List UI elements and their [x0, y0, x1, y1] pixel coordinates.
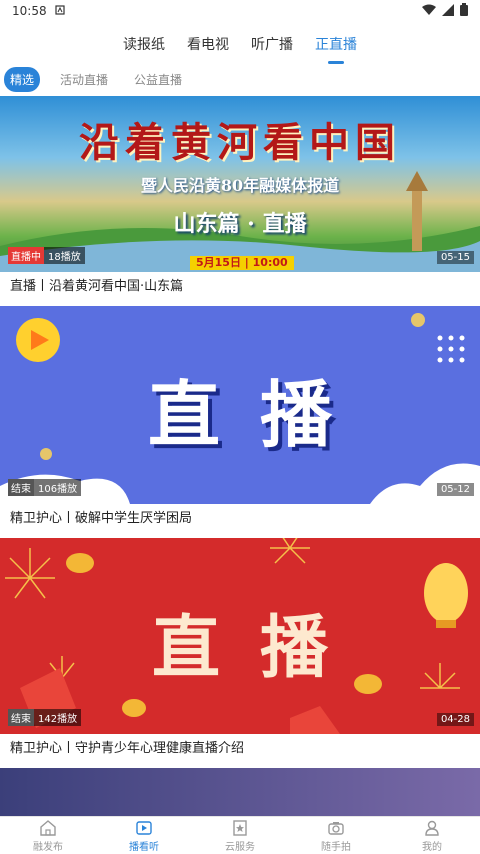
status-time: 10:58 — [12, 4, 47, 18]
status-badge: 结束 — [8, 479, 34, 496]
card-title[interactable]: 精卫护心丨守护青少年心理健康直播介绍 — [0, 734, 480, 768]
nav-item-home[interactable]: 融发布 — [0, 817, 96, 854]
live-card[interactable]: 沿着黄河看中国 暨人民沿黄80年融媒体报道 山东篇 · 直播 5月15日 | 1… — [0, 96, 480, 306]
play-count: 106播放 — [34, 479, 82, 496]
tab-tv[interactable]: 看电视 — [187, 28, 229, 60]
live-feed: 沿着黄河看中国 暨人民沿黄80年融媒体报道 山东篇 · 直播 5月15日 | 1… — [0, 96, 480, 816]
sub-tab-featured[interactable]: 精选 — [4, 66, 41, 92]
main-tabs: 读报纸 看电视 听广播 正直播 — [0, 24, 480, 64]
nav-label: 云服务 — [225, 841, 255, 853]
nav-item-cloud-service[interactable]: 云服务 — [192, 817, 288, 854]
tab-radio[interactable]: 听广播 — [251, 28, 293, 60]
play-icon — [136, 820, 152, 835]
sub-tab-charity[interactable]: 公益直播 — [128, 67, 188, 92]
signal-icon — [442, 3, 454, 19]
banner-section: 山东篇 · 直播 — [173, 211, 307, 237]
nav-label: 融发布 — [33, 841, 63, 853]
play-count: 18播放 — [44, 247, 85, 264]
nav-item-snapshot[interactable]: 随手拍 — [288, 817, 384, 854]
live-status-tag: 直播中 18播放 — [8, 247, 85, 264]
banner-headline: 沿着黄河看中国 — [79, 119, 401, 166]
bottom-nav: 融发布 播看听 云服务 随手拍 我的 — [0, 816, 480, 854]
battery-icon — [460, 3, 468, 19]
date-badge: 04-28 — [436, 713, 474, 726]
live-banner-red[interactable]: 直播 结束 142播放 04-28 — [0, 538, 480, 734]
nav-item-watch[interactable]: 播看听 — [96, 817, 192, 854]
play-count: 142播放 — [34, 709, 82, 726]
nav-label: 播看听 — [129, 841, 159, 853]
banner-subline: 暨人民沿黄80年融媒体报道 — [140, 176, 340, 195]
status-badge: 直播中 — [8, 247, 44, 264]
banner-schedule: 5月15日 | 10:00 — [190, 256, 294, 270]
live-banner-yellow-river[interactable]: 沿着黄河看中国 暨人民沿黄80年融媒体报道 山东篇 · 直播 5月15日 | 1… — [0, 96, 480, 272]
live-status-tag: 结束 142播放 — [8, 709, 82, 726]
card-title[interactable]: 精卫护心丨破解中学生厌学困局 — [0, 504, 480, 538]
status-badge: 结束 — [8, 709, 34, 726]
date-badge: 05-12 — [436, 483, 474, 496]
tab-live[interactable]: 正直播 — [315, 28, 357, 64]
live-card[interactable]: 直播 结束 142播放 04-28 精卫护心丨守护青少年心理健康直播介绍 — [0, 538, 480, 768]
nav-item-profile[interactable]: 我的 — [384, 817, 480, 854]
live-card[interactable]: 直播 结束 106播放 05-12 精卫护心丨破解中学生厌学困局 — [0, 306, 480, 538]
star-icon — [233, 819, 247, 836]
live-banner-blue[interactable]: 直播 结束 106播放 05-12 — [0, 306, 480, 504]
date-badge: 05-15 — [436, 251, 474, 264]
nav-label: 随手拍 — [321, 841, 351, 853]
person-icon — [425, 820, 439, 836]
sub-tab-events[interactable]: 活动直播 — [54, 67, 114, 92]
live-status-tag: 结束 106播放 — [8, 479, 82, 496]
nav-label: 我的 — [422, 841, 442, 853]
wifi-icon — [422, 4, 436, 19]
home-icon — [40, 819, 56, 836]
camera-icon — [328, 821, 344, 835]
notification-icon — [54, 4, 65, 18]
banner-headline: 直播 — [151, 608, 368, 688]
card-title[interactable]: 直播丨沿着黄河看中国·山东篇 — [0, 272, 480, 306]
live-card[interactable] — [0, 768, 480, 816]
tab-newspaper[interactable]: 读报纸 — [123, 28, 165, 60]
banner-headline: 直播 — [147, 372, 372, 457]
sub-tabs: 精选 活动直播 公益直播 — [0, 64, 480, 94]
status-bar: 10:58 — [0, 0, 480, 22]
live-banner-partial[interactable] — [0, 768, 480, 816]
